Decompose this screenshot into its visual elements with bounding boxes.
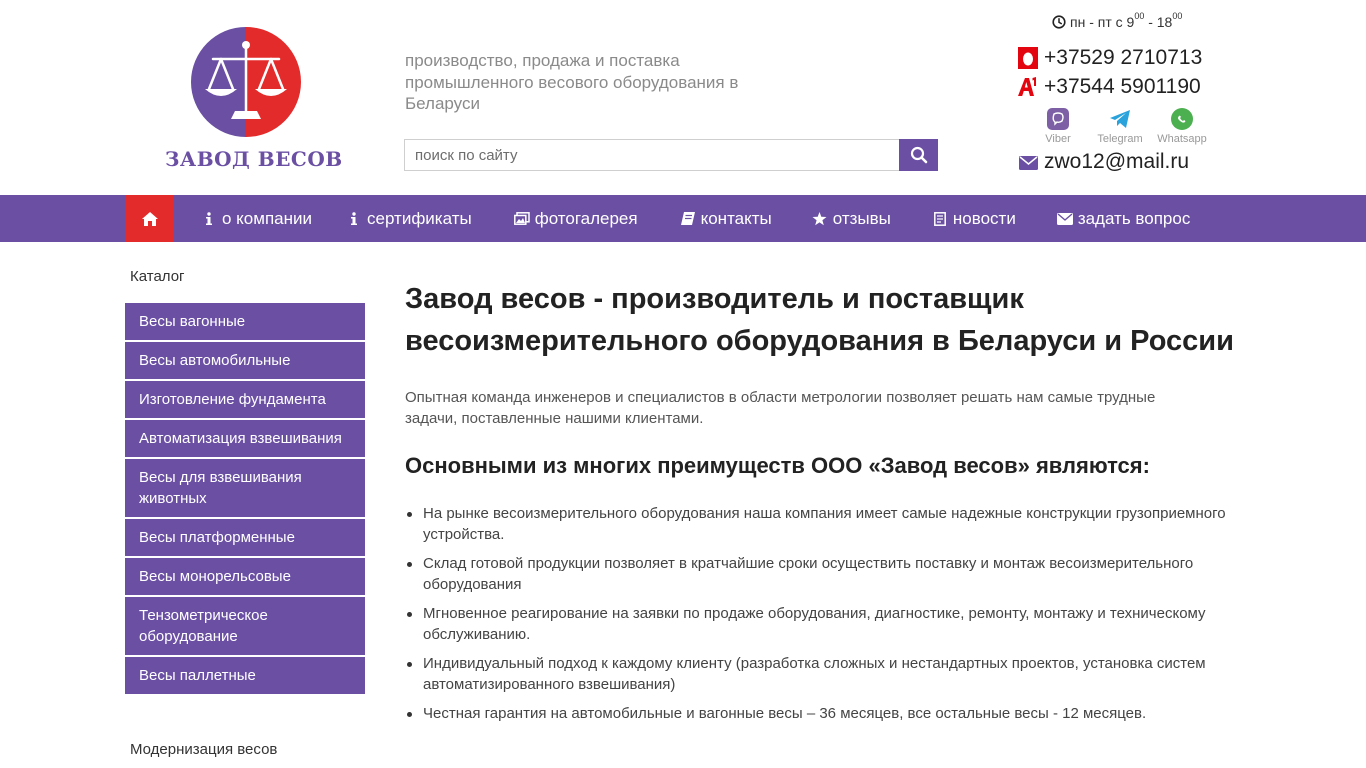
whatsapp-link[interactable]: Whatsapp (1151, 108, 1213, 145)
news-icon (931, 211, 949, 226)
site-header: ЗАВОД ВЕСОВ производство, продажа и пост… (0, 0, 1366, 195)
hours-start: пн - пт с 9 (1070, 14, 1135, 30)
nav-label: сертификаты (367, 208, 472, 228)
nav-item-news[interactable]: новости (931, 195, 1016, 242)
modernization-title: Модернизация весов (130, 741, 278, 758)
catalog-item-automation[interactable]: Автоматизация взвешивания (125, 420, 365, 457)
viber-label: Viber (1045, 133, 1071, 145)
main-nav: о компании сертификаты фотогалерея конта… (0, 195, 1366, 242)
logo-text: ЗАВОД ВЕСОВ (165, 147, 343, 171)
search-button[interactable] (899, 139, 938, 171)
list-item: Честная гарантия на автомобильные и ваго… (405, 703, 1230, 724)
working-hours: пн - пт с 900 - 1800 (1052, 11, 1183, 30)
page-title: Завод весов - производитель и поставщик … (405, 283, 1234, 357)
star-icon (811, 211, 829, 226)
email-link[interactable]: zwo12@mail.ru (1019, 150, 1189, 174)
phone-2-number: +37544 5901190 (1044, 75, 1201, 98)
info-icon (345, 212, 363, 225)
mts-icon (1017, 47, 1039, 69)
nav-item-gallery[interactable]: фотогалерея (513, 195, 638, 242)
viber-icon (1047, 108, 1069, 130)
list-item: На рынке весоизмерительного оборудования… (405, 503, 1230, 545)
nav-label: контакты (700, 208, 772, 228)
list-item: Индивидуальный подход к каждому клиенту … (405, 653, 1230, 695)
phone-a1[interactable]: +37544 5901190 (1017, 75, 1201, 99)
phone-1-number: +37529 2710713 (1044, 46, 1203, 69)
nav-label: фотогалерея (534, 208, 638, 228)
home-button[interactable] (125, 195, 174, 242)
catalog-item-foundation[interactable]: Изготовление фундамента (125, 381, 365, 418)
intro-text: Опытная команда инженеров и специалистов… (405, 389, 1156, 427)
envelope-icon (1056, 212, 1074, 225)
search-input[interactable] (404, 139, 899, 171)
telegram-link[interactable]: Telegram (1089, 108, 1151, 145)
email-address: zwo12@mail.ru (1044, 150, 1190, 173)
nav-label: о компании (222, 208, 312, 228)
advantages-list: На рынке весоизмерительного оборудования… (405, 503, 1235, 724)
nav-label: новости (952, 208, 1016, 228)
tagline: производство, продажа и поставка промышл… (405, 51, 739, 113)
list-item: Мгновенное реагирование на заявки по про… (405, 603, 1230, 645)
nav-item-certificates[interactable]: сертификаты (345, 195, 472, 242)
nav-item-reviews[interactable]: отзывы (811, 195, 891, 242)
photo-icon (513, 212, 531, 225)
hours-start-minutes: 00 (1134, 11, 1145, 21)
hours-end-minutes: 00 (1172, 11, 1183, 21)
messengers: Viber Telegram Whatsapp (1027, 108, 1213, 145)
nav-item-contacts[interactable]: контакты (679, 195, 772, 242)
phone-mts[interactable]: +37529 2710713 (1017, 46, 1202, 70)
catalog-item-truck-scales[interactable]: Весы автомобильные (125, 342, 365, 379)
catalog-item-pallet-scales[interactable]: Весы паллетные (125, 657, 365, 694)
catalog-item-wagon-scales[interactable]: Весы вагонные (125, 303, 365, 340)
home-icon (141, 211, 158, 226)
main-content: Завод весов - производитель и поставщик … (405, 278, 1235, 732)
viber-link[interactable]: Viber (1027, 108, 1089, 145)
catalog-title: Каталог (130, 268, 185, 285)
catalog-sidebar: Каталог Весы вагонные Весы автомобильные… (125, 268, 365, 696)
nav-label: задать вопрос (1077, 208, 1191, 228)
whatsapp-label: Whatsapp (1157, 133, 1207, 145)
nav-item-ask-question[interactable]: задать вопрос (1056, 195, 1191, 242)
hours-end: - 18 (1144, 14, 1173, 30)
a1-icon (1017, 76, 1039, 98)
catalog-item-strain-gauge[interactable]: Тензометрическое оборудование (125, 597, 365, 655)
catalog-item-livestock-scales[interactable]: Весы для взвешивания животных (125, 459, 365, 517)
scales-logo-icon (191, 27, 301, 137)
clock-icon (1052, 15, 1066, 29)
advantages-heading: Основными из многих преимуществ ООО «Зав… (405, 453, 1150, 478)
nav-label: отзывы (832, 208, 891, 228)
search-form (404, 139, 938, 171)
envelope-icon (1019, 155, 1038, 170)
info-icon (200, 212, 218, 225)
nav-item-about[interactable]: о компании (200, 195, 312, 242)
search-icon (910, 146, 927, 164)
book-icon (679, 212, 697, 225)
catalog-item-monorail-scales[interactable]: Весы монорельсовые (125, 558, 365, 595)
list-item: Склад готовой продукции позволяет в крат… (405, 553, 1230, 595)
whatsapp-icon (1171, 108, 1193, 130)
telegram-icon (1109, 108, 1131, 130)
catalog-item-platform-scales[interactable]: Весы платформенные (125, 519, 365, 556)
telegram-label: Telegram (1097, 133, 1143, 145)
